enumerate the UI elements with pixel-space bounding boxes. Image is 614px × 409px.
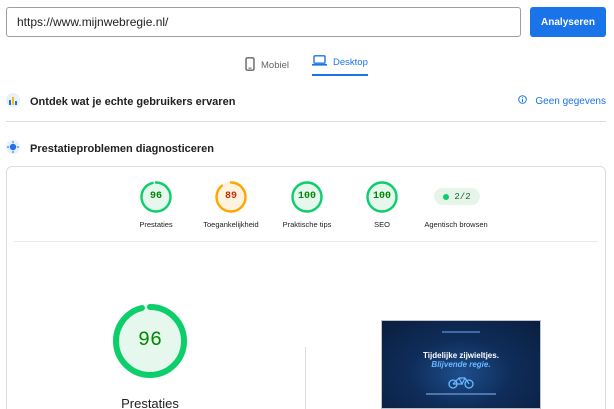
lab-data-title: Prestatieproblemen diagnosticeren [30,143,214,155]
no-data-link[interactable]: Geen gegevens [518,95,606,107]
analyze-button[interactable]: Analyseren [530,7,606,37]
gauge-seo[interactable]: 100 [366,181,398,213]
agentic-browsing-label: Agentisch browsen [424,220,488,229]
gauge-performance[interactable]: 96 [140,181,172,213]
gauge-accessibility-score: 89 [224,191,237,202]
field-data-icon [6,92,20,113]
device-tabs: Mobiel Desktop [0,52,614,78]
performance-main-gauge: 96 [112,303,188,379]
agentic-browsing-badge[interactable]: 2/2 [434,188,480,205]
gauge-accessibility[interactable]: 89 [215,181,247,213]
info-icon [518,95,528,107]
panel-divider [14,241,598,242]
gauge-best-practices[interactable]: 100 [291,181,323,213]
tab-mobile-label: Mobiel [261,59,289,71]
performance-main-label: Prestaties [121,396,179,409]
url-input[interactable]: https://www.mijnwebregie.nl/ [6,7,521,37]
gauge-seo-score: 100 [372,191,391,202]
pass-dot-icon [443,193,450,200]
lab-data-header: Prestatieproblemen diagnosticeren [6,138,606,160]
field-data-title: Ontdek wat je echte gebruikers ervaren [30,96,236,108]
tab-desktop[interactable]: Desktop [312,52,368,76]
bicycle-icon [448,375,474,394]
screenshot-tagline: Tijdelijke zijwieltjes. Blijvende regie. [382,351,540,369]
agentic-browsing-value: 2/2 [454,191,471,202]
screenshot-caption [426,393,496,395]
performance-main-score: 96 [137,329,162,352]
laptop-icon [312,55,327,69]
vertical-divider [305,347,306,409]
phone-icon [245,56,255,74]
tab-desktop-label: Desktop [333,56,368,68]
gauge-performance-score: 96 [149,191,162,202]
gauge-best-practices-score: 100 [297,191,316,202]
section-divider [6,121,606,122]
tab-mobile[interactable]: Mobiel [245,52,289,78]
page-screenshot[interactable]: Tijdelijke zijwieltjes. Blijvende regie. [381,320,541,409]
screenshot-nav-bar [442,331,480,333]
screenshot-line-2: Blijvende regie. [431,360,491,369]
field-data-header: Ontdek wat je echte gebruikers ervaren [6,91,606,113]
lab-data-icon [6,139,20,159]
screenshot-line-1: Tijdelijke zijwieltjes. [423,351,499,360]
no-data-text: Geen gegevens [535,95,606,107]
